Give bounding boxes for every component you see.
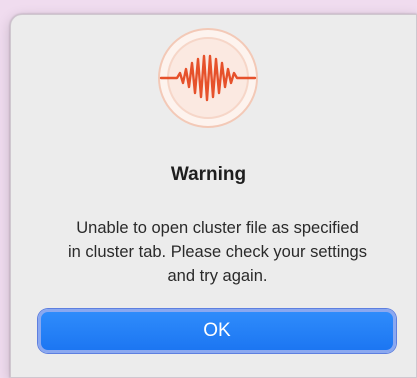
dialog-title: Warning <box>170 164 247 185</box>
message-line: and try again. <box>167 267 268 285</box>
message-line: in cluster tab. Please check your settin… <box>68 243 367 261</box>
dialog-message: Unable to open cluster file as specified… <box>30 216 405 288</box>
sound-wave-icon <box>158 28 258 128</box>
ok-button[interactable]: OK <box>38 309 396 353</box>
message-line: Unable to open cluster file as specified <box>76 219 359 237</box>
